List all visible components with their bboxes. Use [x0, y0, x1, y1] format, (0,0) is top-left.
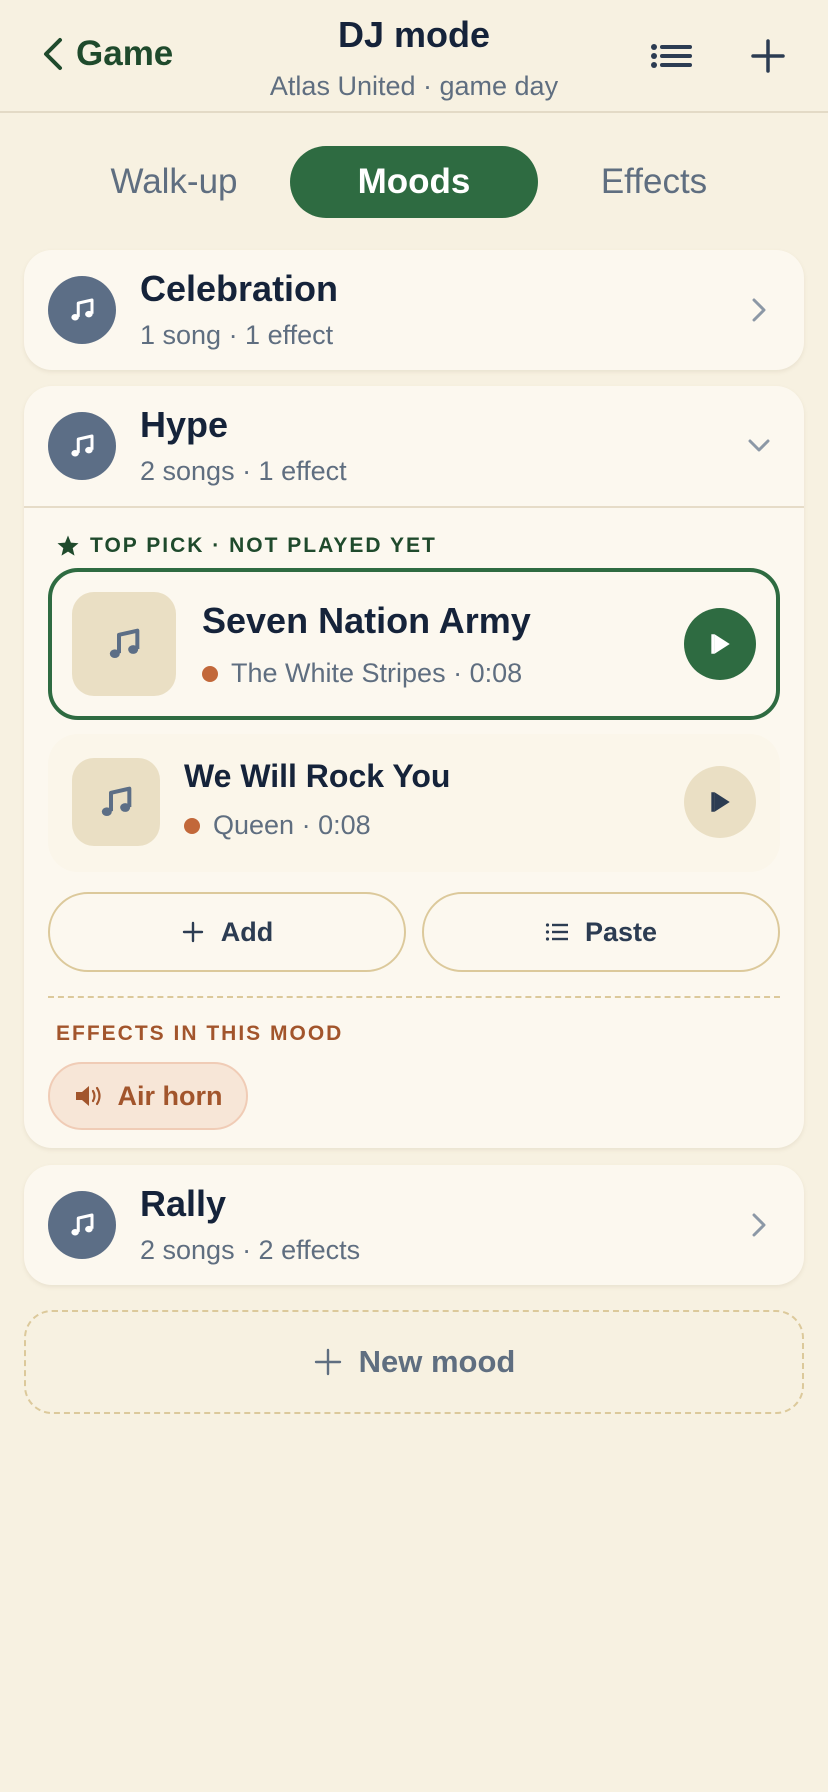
- back-button[interactable]: Game: [40, 30, 173, 78]
- mood-meta: 2 songs · 2 effects: [140, 1235, 361, 1265]
- effects-section-label: EFFECTS IN THIS MOOD: [56, 1022, 344, 1045]
- play-icon: [711, 792, 730, 812]
- music-note-icon: [48, 276, 116, 344]
- list-icon: [545, 923, 568, 941]
- plus-icon: [182, 921, 203, 943]
- play-button[interactable]: [684, 766, 756, 838]
- artist-dot: [184, 817, 200, 834]
- paste-label: Paste: [584, 916, 658, 947]
- top-bar: Game DJ mode Atlas United · game day: [0, 0, 828, 113]
- chevron-right-icon: [742, 290, 776, 330]
- mood-card-hype: Hype 2 songs · 1 effect TOP PICK · NOT P…: [24, 386, 804, 1148]
- song-artist: Queen: [213, 810, 295, 840]
- mood-name: Hype: [140, 404, 229, 445]
- chevron-left-icon: [44, 38, 62, 70]
- paste-button[interactable]: Paste: [422, 892, 780, 972]
- song-item[interactable]: We Will Rock You Queen · 0:08: [48, 734, 780, 872]
- star-icon: [57, 535, 79, 556]
- speaker-icon: [75, 1086, 101, 1106]
- mood-row-hype[interactable]: Hype 2 songs · 1 effect: [24, 386, 804, 506]
- song-meta: The White Stripes · 0:08: [202, 658, 522, 689]
- mood-name: Celebration: [140, 268, 339, 309]
- play-icon: [711, 634, 730, 654]
- segmented-tabs: Walk-up Moods Effects: [50, 146, 778, 218]
- tab-walk-up[interactable]: Walk-up: [50, 146, 298, 218]
- top-pick-label: TOP PICK · NOT PLAYED YET: [56, 534, 437, 558]
- section-divider: [48, 996, 780, 998]
- back-label: Game: [76, 34, 174, 73]
- meta-separator: ·: [445, 658, 470, 688]
- music-note-icon: [48, 412, 116, 480]
- effect-name: Air horn: [117, 1080, 223, 1111]
- song-title: Seven Nation Army: [202, 600, 531, 641]
- page-subtitle: Atlas United · game day: [269, 71, 559, 101]
- music-note-icon: [48, 1191, 116, 1259]
- tab-effects[interactable]: Effects: [530, 146, 778, 218]
- song-item-top-pick[interactable]: Seven Nation Army The White Stripes · 0:…: [48, 568, 780, 720]
- music-note-icon: [72, 592, 176, 696]
- mood-name: Rally: [140, 1183, 227, 1224]
- meta-separator: ·: [294, 810, 319, 840]
- tab-moods[interactable]: Moods: [290, 146, 538, 218]
- chevron-down-icon: [742, 426, 776, 466]
- song-duration: 0:08: [318, 810, 371, 840]
- play-button[interactable]: [684, 608, 756, 680]
- mood-card-celebration: Celebration 1 song · 1 effect: [24, 250, 804, 370]
- add-label: Add: [220, 916, 274, 947]
- mood-card-rally: Rally 2 songs · 2 effects: [24, 1165, 804, 1285]
- artist-dot: [202, 665, 218, 682]
- list-icon[interactable]: [646, 34, 698, 78]
- chevron-right-icon: [742, 1205, 776, 1245]
- mood-meta: 1 song · 1 effect: [140, 320, 334, 350]
- plus-icon[interactable]: [742, 34, 794, 78]
- divider: [24, 506, 804, 508]
- page-title: DJ mode: [337, 14, 491, 55]
- song-meta: Queen · 0:08: [184, 810, 371, 841]
- title-block: DJ mode Atlas United · game day: [214, 14, 614, 102]
- song-title: We Will Rock You: [184, 758, 451, 794]
- song-artist: The White Stripes: [231, 658, 446, 688]
- mood-row-rally[interactable]: Rally 2 songs · 2 effects: [24, 1165, 804, 1285]
- music-note-icon: [72, 758, 160, 846]
- new-mood-label: New mood: [358, 1344, 516, 1379]
- song-duration: 0:08: [469, 658, 523, 688]
- new-mood-button[interactable]: New mood: [24, 1310, 804, 1414]
- plus-icon: [314, 1348, 341, 1376]
- add-song-button[interactable]: Add: [48, 892, 406, 972]
- mood-meta: 2 songs · 1 effect: [140, 456, 347, 486]
- mood-row-celebration[interactable]: Celebration 1 song · 1 effect: [24, 250, 804, 370]
- effect-chip-air-horn[interactable]: Air horn: [48, 1062, 248, 1130]
